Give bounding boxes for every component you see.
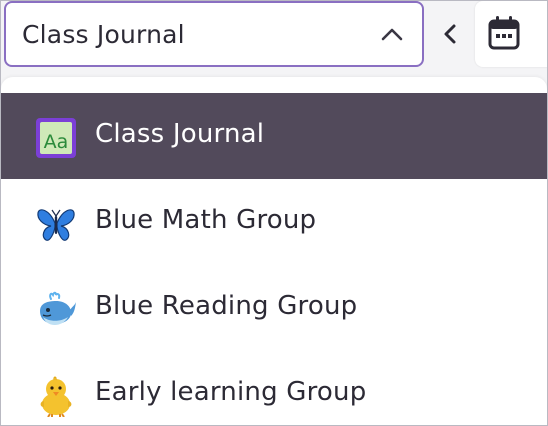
window-frame: Class Journal Aa Class Journal Blue Math… (0, 0, 548, 426)
option-label: Early learning Group (95, 377, 367, 407)
option-label: Blue Reading Group (95, 291, 358, 321)
whale-icon (40, 291, 76, 325)
previous-button[interactable] (433, 15, 467, 53)
option-class-journal[interactable]: Aa Class Journal (1, 93, 547, 179)
group-select[interactable]: Class Journal (4, 1, 424, 67)
chevron-up-icon[interactable] (380, 24, 404, 44)
font-book-icon-text: Aa (44, 131, 69, 153)
butterfly-icon (37, 209, 75, 241)
option-blue-math-group[interactable]: Blue Math Group (1, 179, 547, 265)
option-label: Class Journal (95, 119, 265, 149)
option-blue-reading-group[interactable]: Blue Reading Group (1, 265, 547, 351)
font-book-icon: Aa (36, 118, 76, 158)
chevron-left-icon (444, 24, 456, 44)
option-label: Blue Math Group (95, 205, 317, 235)
calendar-icon (488, 16, 520, 50)
group-dropdown-list: Aa Class Journal Blue Math Group Blue Re… (1, 77, 547, 425)
calendar-button[interactable] (475, 1, 547, 67)
option-early-learning-group[interactable]: Early learning Group (1, 351, 547, 425)
chick-icon (40, 376, 72, 417)
group-select-value: Class Journal (22, 20, 185, 49)
